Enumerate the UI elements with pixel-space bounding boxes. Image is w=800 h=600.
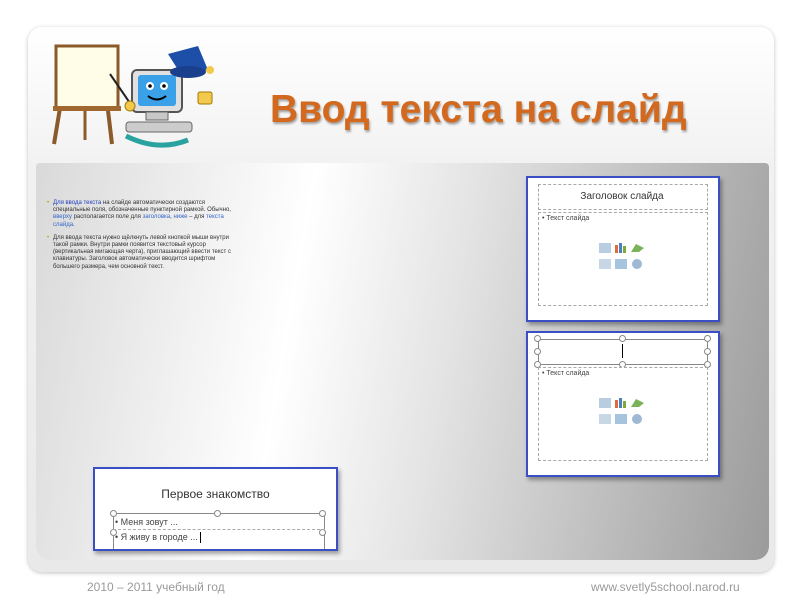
easel-icon [52,44,121,145]
text-cursor [622,344,623,358]
paragraph-cursor: • Для ввода текста нужно щёлкнуть левой … [47,234,231,270]
bullet-icon: • [47,200,50,206]
thumbnail-title: Заголовок слайда [580,191,664,202]
insert-content-icons [599,243,644,269]
bullet-icon: • [47,234,50,241]
resize-handle [704,335,711,342]
example-item-city: • Я живу в городе ... [115,532,198,542]
resize-handle [319,529,326,536]
resize-handle [704,348,711,355]
resize-handle [110,510,117,517]
computer-teacher-illustration [52,44,214,148]
thumbnail-bullet: • Текст слайда [542,215,590,222]
insert-content-icons [599,398,644,424]
footer-website: www.svetly5school.narod.ru [591,580,740,594]
instruction-text: • Для ввода текста на слайде автоматичес… [47,200,232,277]
slide-thumbnail-example: Первое знакомство • Меня зовут ... • Я ж… [93,467,338,551]
resize-handle [319,510,326,517]
slide-thumbnail-editing: • Текст слайда [526,331,720,477]
resize-handle [534,348,541,355]
text-cursor [200,532,201,543]
monitor-mascot-icon [124,69,193,148]
example-title: Первое знакомство [161,487,270,501]
resize-handle [619,335,626,342]
footer-school-year: 2010 – 2011 учебный год [87,580,225,594]
example-item-name: • Меня зовут ... [115,517,178,527]
paragraph-placeholders: • Для ввода текста на слайде автоматичес… [47,200,231,228]
slide-thumbnail-layout: Заголовок слайда • Текст слайда [526,176,720,322]
item-divider [113,529,325,530]
thumbnail-bullet: • Текст слайда [542,370,590,377]
resize-handle [534,335,541,342]
slide-title: Ввод текста на слайд [270,88,687,131]
resize-handle [214,510,221,517]
